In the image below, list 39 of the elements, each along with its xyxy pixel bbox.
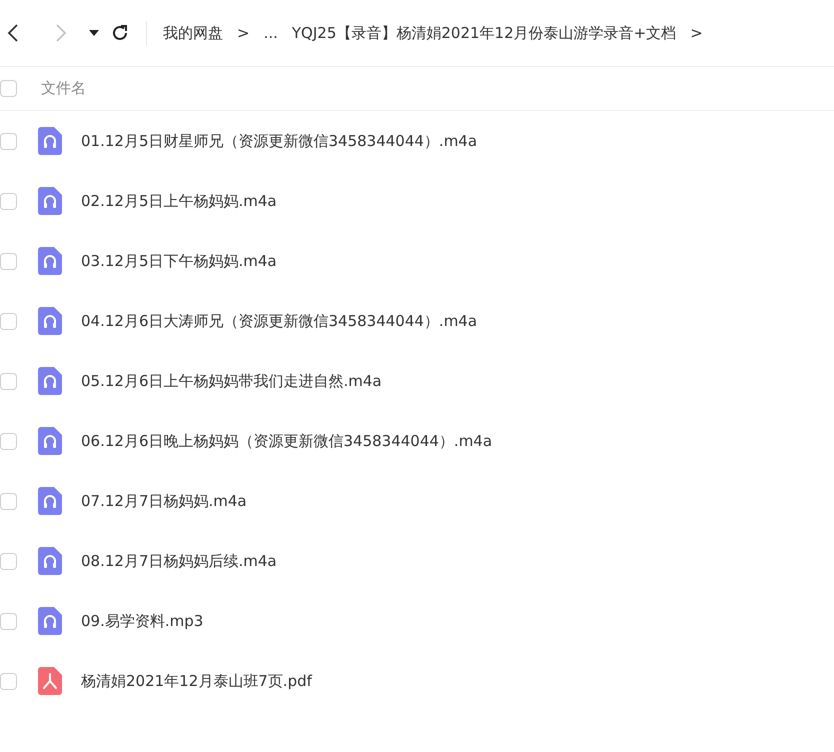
audio-file-icon (38, 607, 62, 635)
breadcrumb-separator: > (690, 24, 703, 42)
select-all-checkbox[interactable] (0, 80, 17, 97)
row-checkbox[interactable] (0, 432, 17, 450)
file-name[interactable]: 04.12月6日大涛师兄（资源更新微信3458344044）.m4a (81, 312, 478, 330)
audio-file-icon (38, 247, 62, 275)
row-checkbox[interactable] (0, 672, 17, 690)
row-checkbox[interactable] (0, 492, 17, 510)
file-name[interactable]: 03.12月5日下午杨妈妈.m4a (81, 252, 277, 270)
pdf-file-icon (38, 667, 62, 695)
row-checkbox[interactable] (0, 312, 17, 330)
file-name[interactable]: 09.易学资料.mp3 (81, 612, 204, 630)
breadcrumb-link[interactable]: 我的网盘 (163, 24, 223, 42)
file-name[interactable]: 05.12月6日上午杨妈妈带我们走进自然.m4a (81, 372, 382, 390)
audio-file-icon (38, 127, 62, 155)
dropdown-caret-icon[interactable] (88, 28, 100, 38)
audio-file-icon (38, 547, 62, 575)
refresh-icon[interactable] (110, 23, 130, 43)
row-checkbox[interactable] (0, 612, 17, 630)
row-checkbox[interactable] (0, 192, 17, 210)
row-checkbox[interactable] (0, 552, 17, 570)
audio-file-icon (38, 187, 62, 215)
row-checkbox[interactable] (0, 372, 17, 390)
column-header: 文件名 (41, 79, 86, 98)
file-name[interactable]: 06.12月6日晚上杨妈妈（资源更新微信3458344044）.m4a (81, 432, 492, 450)
row-checkbox[interactable] (0, 132, 17, 150)
breadcrumb-link[interactable]: ... (264, 24, 278, 42)
breadcrumb-link[interactable]: YQJ25【录音】杨清娟2021年12月份泰山游学录音+文档 (292, 24, 676, 42)
audio-file-icon (38, 307, 62, 335)
row-checkbox[interactable] (0, 252, 17, 270)
file-name[interactable]: 02.12月5日上午杨妈妈.m4a (81, 192, 277, 210)
file-name[interactable]: 08.12月7日杨妈妈后续.m4a (81, 552, 277, 570)
audio-file-icon (38, 367, 62, 395)
audio-file-icon (38, 427, 62, 455)
breadcrumb-separator: > (237, 24, 250, 42)
file-name[interactable]: 07.12月7日杨妈妈.m4a (81, 492, 247, 510)
file-name[interactable]: 杨清娟2021年12月泰山班7页.pdf (81, 672, 312, 690)
audio-file-icon (38, 487, 62, 515)
file-name[interactable]: 01.12月5日财星师兄（资源更新微信3458344044）.m4a (81, 132, 478, 150)
